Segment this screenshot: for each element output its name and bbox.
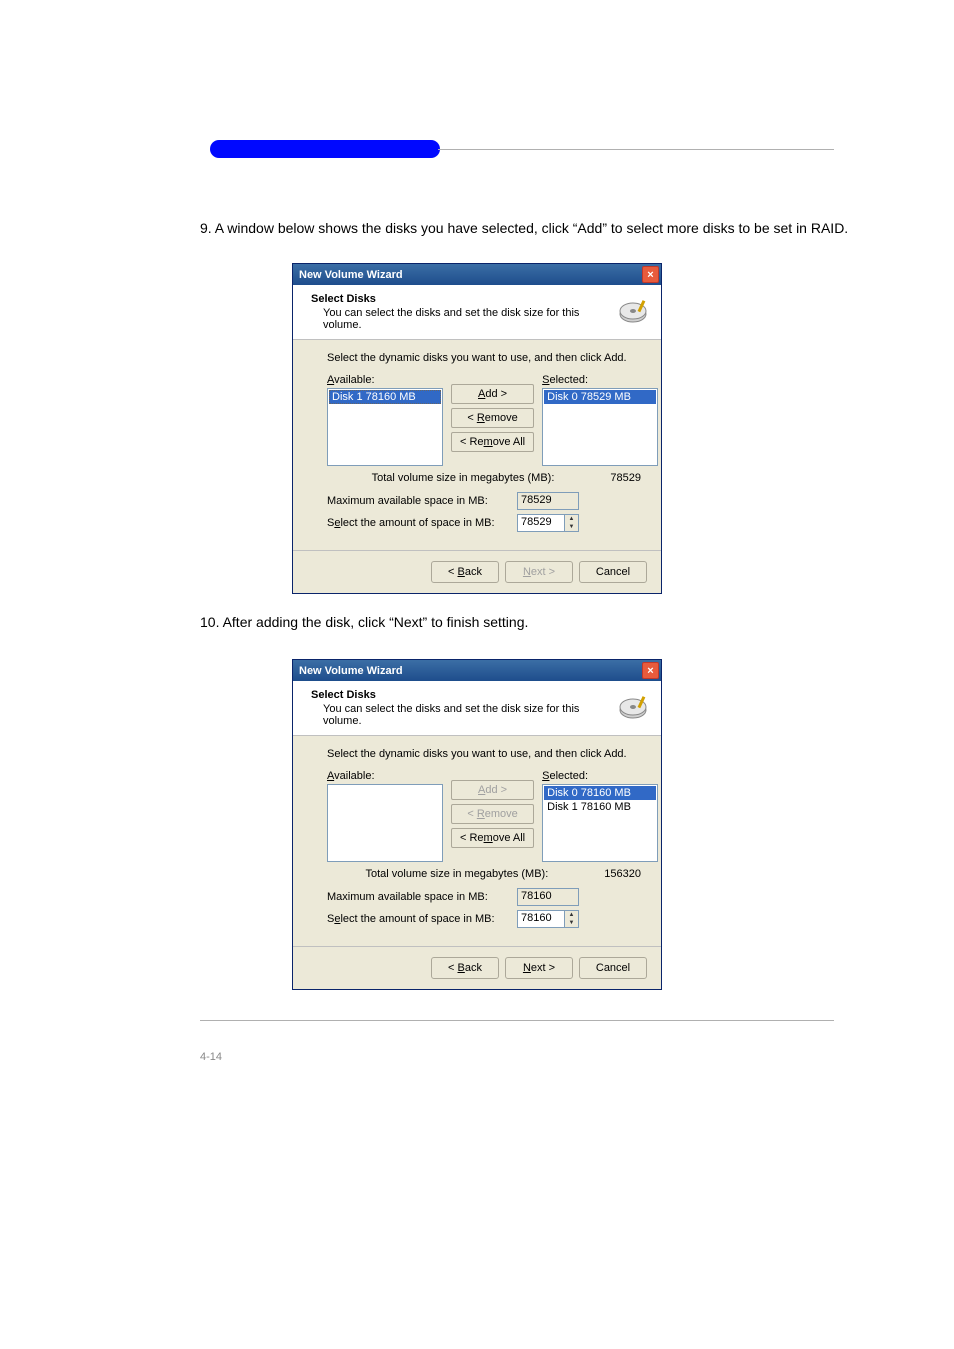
selected-label: Selected:	[542, 770, 658, 782]
disk-wizard-icon	[617, 296, 649, 328]
max-space-label: Maximum available space in MB:	[327, 495, 517, 507]
amount-input[interactable]: 78529	[517, 514, 565, 532]
close-icon[interactable]: ×	[642, 662, 659, 679]
header-pill	[210, 140, 440, 158]
max-space-value: 78160	[517, 888, 579, 906]
wizard-header: Select Disks You can select the disks an…	[293, 681, 661, 736]
spin-down-icon[interactable]: ▼	[565, 523, 578, 531]
max-space-label: Maximum available space in MB:	[327, 891, 517, 903]
step-caption-1: 10. After adding the disk, click “Next” …	[200, 612, 874, 633]
remove-all-button[interactable]: < Remove All	[451, 432, 534, 452]
spin-up-icon[interactable]: ▲	[565, 515, 578, 523]
remove-button: < Remove	[451, 804, 534, 824]
available-label: Available:	[327, 374, 443, 386]
back-button[interactable]: < Back	[431, 561, 499, 583]
window-title: New Volume Wizard	[299, 269, 403, 281]
remove-button[interactable]: < Remove	[451, 408, 534, 428]
footer-rule	[200, 1020, 834, 1021]
next-button: Next >	[505, 561, 573, 583]
titlebar: New Volume Wizard ×	[293, 264, 661, 285]
total-label: Total volume size in megabytes (MB):	[365, 868, 548, 880]
spin-up-icon[interactable]: ▲	[565, 911, 578, 919]
amount-label: Select the amount of space in MB:	[327, 517, 517, 529]
max-space-value: 78529	[517, 492, 579, 510]
total-value: 78529	[610, 472, 641, 484]
new-volume-wizard-dialog-1: New Volume Wizard × Select Disks You can…	[292, 263, 662, 594]
header-subtitle: You can select the disks and set the dis…	[323, 703, 609, 727]
window-title: New Volume Wizard	[299, 665, 403, 677]
selected-listbox[interactable]: Disk 0 78160 MB Disk 1 78160 MB	[542, 784, 658, 862]
list-item[interactable]: Disk 1 78160 MB	[329, 390, 441, 404]
intro-paragraph: 9. A window below shows the disks you ha…	[200, 218, 874, 239]
selected-listbox[interactable]: Disk 0 78529 MB	[542, 388, 658, 466]
cancel-button[interactable]: Cancel	[579, 957, 647, 979]
spin-down-icon[interactable]: ▼	[565, 919, 578, 927]
amount-input[interactable]: 78160	[517, 910, 565, 928]
total-value: 156320	[604, 868, 641, 880]
selected-label: Selected:	[542, 374, 658, 386]
header-rule	[438, 149, 834, 150]
remove-all-button[interactable]: < Remove All	[451, 828, 534, 848]
new-volume-wizard-dialog-2: New Volume Wizard × Select Disks You can…	[292, 659, 662, 990]
page-number: 4-14	[200, 1051, 874, 1063]
available-label: Available:	[327, 770, 443, 782]
wizard-header: Select Disks You can select the disks an…	[293, 285, 661, 340]
titlebar: New Volume Wizard ×	[293, 660, 661, 681]
instruction-text: Select the dynamic disks you want to use…	[327, 352, 641, 364]
total-label: Total volume size in megabytes (MB):	[372, 472, 555, 484]
header-title: Select Disks	[311, 293, 609, 305]
list-item[interactable]: Disk 0 78160 MB	[544, 786, 656, 800]
add-button[interactable]: Add >	[451, 384, 534, 404]
spin-buttons[interactable]: ▲ ▼	[565, 910, 579, 928]
list-item[interactable]: Disk 1 78160 MB	[544, 800, 656, 814]
cancel-button[interactable]: Cancel	[579, 561, 647, 583]
available-listbox[interactable]	[327, 784, 443, 862]
header-subtitle: You can select the disks and set the dis…	[323, 307, 609, 331]
instruction-text: Select the dynamic disks you want to use…	[327, 748, 641, 760]
add-button: Add >	[451, 780, 534, 800]
close-icon[interactable]: ×	[642, 266, 659, 283]
spin-buttons[interactable]: ▲ ▼	[565, 514, 579, 532]
next-button[interactable]: Next >	[505, 957, 573, 979]
amount-label: Select the amount of space in MB:	[327, 913, 517, 925]
back-button[interactable]: < Back	[431, 957, 499, 979]
list-item[interactable]: Disk 0 78529 MB	[544, 390, 656, 404]
disk-wizard-icon	[617, 692, 649, 724]
available-listbox[interactable]: Disk 1 78160 MB	[327, 388, 443, 466]
header-title: Select Disks	[311, 689, 609, 701]
